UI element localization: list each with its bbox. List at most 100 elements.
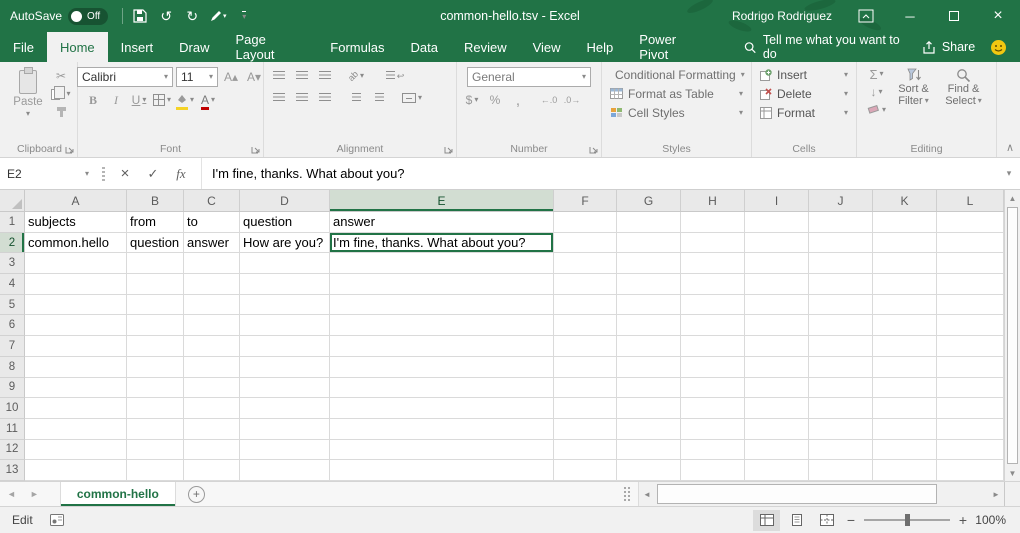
feedback-button[interactable] — [989, 37, 1008, 57]
zoom-slider[interactable] — [864, 519, 950, 521]
cell-J5[interactable] — [809, 295, 873, 316]
orientation-button[interactable]: ab▾ — [346, 67, 366, 85]
cell-J7[interactable] — [809, 336, 873, 357]
cell-J1[interactable] — [809, 212, 873, 233]
cell-I3[interactable] — [745, 253, 809, 274]
decrease-indent-button[interactable] — [346, 89, 366, 107]
cell-F8[interactable] — [554, 357, 617, 378]
paste-button[interactable]: Paste ▾ — [8, 67, 48, 118]
cell-I13[interactable] — [745, 460, 809, 481]
tab-file[interactable]: File — [0, 32, 47, 62]
tab-power-pivot[interactable]: Power Pivot — [626, 32, 717, 62]
cell-I6[interactable] — [745, 315, 809, 336]
tab-draw[interactable]: Draw — [166, 32, 222, 62]
cell-L6[interactable] — [937, 315, 1004, 336]
cell-K1[interactable] — [873, 212, 937, 233]
maximize-button[interactable] — [932, 0, 976, 32]
row-header-13[interactable]: 13 — [0, 460, 25, 481]
cell-F7[interactable] — [554, 336, 617, 357]
close-button[interactable]: × — [976, 0, 1020, 32]
cell-F4[interactable] — [554, 274, 617, 295]
tab-review[interactable]: Review — [451, 32, 520, 62]
cell-A7[interactable] — [25, 336, 127, 357]
cell-F13[interactable] — [554, 460, 617, 481]
cell-H12[interactable] — [681, 440, 745, 461]
cell-E6[interactable] — [330, 315, 554, 336]
cell-B8[interactable] — [127, 357, 184, 378]
new-sheet-button[interactable]: + — [188, 486, 205, 503]
cell-K5[interactable] — [873, 295, 937, 316]
cell-C8[interactable] — [184, 357, 240, 378]
cell-H7[interactable] — [681, 336, 745, 357]
italic-button[interactable]: I — [106, 91, 126, 109]
grow-font-button[interactable]: A▴ — [221, 68, 241, 86]
increase-indent-button[interactable] — [369, 89, 389, 107]
cell-D5[interactable] — [240, 295, 330, 316]
cell-G13[interactable] — [617, 460, 681, 481]
cell-I12[interactable] — [745, 440, 809, 461]
autosave-toggle[interactable]: Off — [68, 8, 108, 25]
comma-style-button[interactable]: , — [508, 91, 528, 109]
name-box[interactable]: E2 ▾ — [0, 158, 96, 189]
save-button[interactable] — [127, 0, 153, 32]
column-header-E[interactable]: E — [330, 190, 554, 211]
minimize-button[interactable]: ─ — [888, 0, 932, 32]
column-header-G[interactable]: G — [617, 190, 681, 211]
cell-L5[interactable] — [937, 295, 1004, 316]
cell-G4[interactable] — [617, 274, 681, 295]
column-header-D[interactable]: D — [240, 190, 330, 211]
cell-E7[interactable] — [330, 336, 554, 357]
cell-I4[interactable] — [745, 274, 809, 295]
cell-B10[interactable] — [127, 398, 184, 419]
cell-styles-button[interactable]: Cell Styles ▾ — [607, 103, 746, 122]
row-header-5[interactable]: 5 — [0, 295, 25, 316]
horizontal-scrollbar[interactable]: ◄ ► — [638, 482, 1004, 506]
cell-E5[interactable] — [330, 295, 554, 316]
cell-G7[interactable] — [617, 336, 681, 357]
row-header-4[interactable]: 4 — [0, 274, 25, 295]
cell-K6[interactable] — [873, 315, 937, 336]
cell-K3[interactable] — [873, 253, 937, 274]
row-header-7[interactable]: 7 — [0, 336, 25, 357]
cell-C4[interactable] — [184, 274, 240, 295]
cell-L8[interactable] — [937, 357, 1004, 378]
cell-K13[interactable] — [873, 460, 937, 481]
cell-L11[interactable] — [937, 419, 1004, 440]
inking-button[interactable]: ▾ — [205, 0, 231, 32]
conditional-formatting-button[interactable]: Conditional Formatting ▾ — [607, 65, 746, 84]
cell-F11[interactable] — [554, 419, 617, 440]
cell-I7[interactable] — [745, 336, 809, 357]
account-name[interactable]: Rodrigo Rodriguez — [720, 9, 844, 23]
borders-button[interactable]: ▾ — [152, 91, 172, 109]
row-header-9[interactable]: 9 — [0, 378, 25, 399]
page-layout-view-button[interactable] — [783, 510, 810, 531]
cell-E11[interactable] — [330, 419, 554, 440]
cell-G11[interactable] — [617, 419, 681, 440]
clear-button[interactable]: ▾ — [867, 101, 887, 119]
row-header-10[interactable]: 10 — [0, 398, 25, 419]
cell-C9[interactable] — [184, 378, 240, 399]
align-bottom-button[interactable] — [315, 67, 335, 85]
scroll-down-button[interactable]: ▼ — [1005, 465, 1020, 481]
cell-E13[interactable] — [330, 460, 554, 481]
cell-C10[interactable] — [184, 398, 240, 419]
cell-A3[interactable] — [25, 253, 127, 274]
autosum-button[interactable]: Σ▾ — [867, 65, 887, 83]
cancel-button[interactable]: × — [111, 158, 139, 189]
cell-F5[interactable] — [554, 295, 617, 316]
cell-I2[interactable] — [745, 233, 809, 254]
column-header-B[interactable]: B — [127, 190, 184, 211]
cell-B12[interactable] — [127, 440, 184, 461]
cell-D7[interactable] — [240, 336, 330, 357]
cell-L1[interactable] — [937, 212, 1004, 233]
cell-J9[interactable] — [809, 378, 873, 399]
cell-L9[interactable] — [937, 378, 1004, 399]
fill-color-button[interactable]: ▾ — [175, 91, 195, 109]
cell-G10[interactable] — [617, 398, 681, 419]
font-size-combo[interactable]: 11 ▾ — [176, 67, 218, 87]
number-dialog-launcher[interactable] — [589, 144, 599, 154]
cell-A2[interactable]: common.hello — [25, 233, 127, 254]
cell-J10[interactable] — [809, 398, 873, 419]
expand-formula-bar-button[interactable]: ▾ — [998, 158, 1020, 189]
percent-style-button[interactable]: % — [485, 91, 505, 109]
